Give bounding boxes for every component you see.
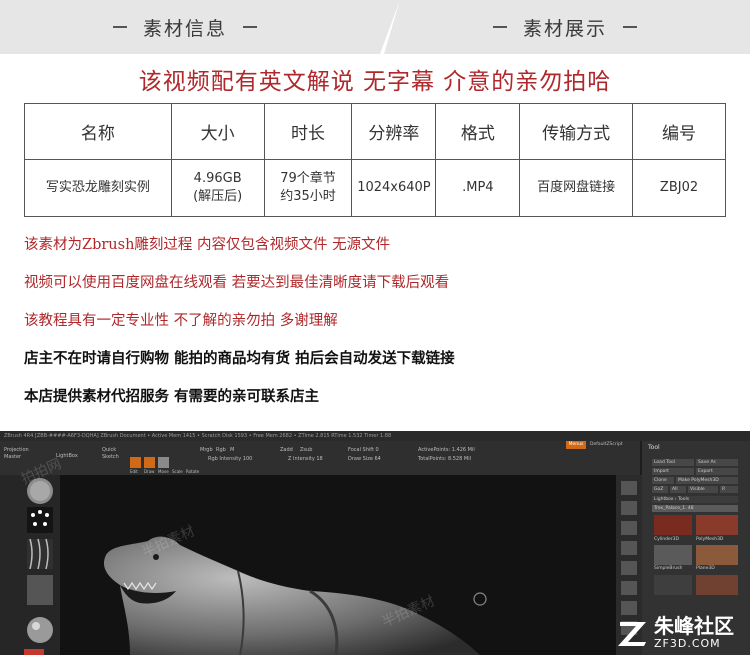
material-info-title: 素材信息 bbox=[142, 17, 227, 40]
cell-format: .MP4 bbox=[435, 159, 521, 217]
zbrush-left-shelf bbox=[0, 475, 60, 655]
tool-palette-title: Tool bbox=[648, 444, 660, 451]
material-info-table: 名称 大小 时长 分辨率 格式 传输方式 编号 写实恐龙雕刻实例 4.96GB (… bbox=[24, 103, 726, 217]
draw-size-slider: Draw Size 64 bbox=[348, 456, 381, 462]
col-transfer-header: 传输方式 bbox=[519, 103, 634, 160]
size-note: (解压后) bbox=[193, 189, 243, 204]
table-row: 写实恐龙雕刻实例 4.96GB (解压后) 79个章节约35小时 1024x640… bbox=[24, 159, 726, 217]
edit-mode-icon bbox=[130, 457, 141, 468]
lightbox-tools-button: Lightbox › Tools bbox=[652, 496, 738, 503]
headline-notice: 该视频配有英文解说 无字幕 介意的亲勿拍哈 bbox=[138, 69, 612, 95]
trex-sculpt-model bbox=[103, 536, 487, 655]
section-header-bar: 素材信息 素材展示 bbox=[0, 0, 750, 54]
cell-duration: 79个章节约35小时 bbox=[263, 159, 353, 217]
note-content-scope: 该素材为Zbrush雕刻过程 内容仅包含视频文件 无源文件 bbox=[24, 237, 391, 253]
material-preview-title: 素材展示 bbox=[522, 17, 607, 40]
default-zscript-label: DefaultZScript bbox=[590, 442, 623, 447]
goz-button: GoZ bbox=[652, 486, 668, 493]
size-value: 4.96GB bbox=[193, 171, 242, 186]
current-tool-name: Trex_Palace_1. 48 bbox=[652, 505, 738, 512]
dash-left bbox=[492, 26, 507, 28]
save-as-button: Save As bbox=[696, 459, 738, 466]
cell-transfer: 百度网盘链接 bbox=[519, 159, 634, 217]
note-professional: 该教程具有一定专业性 不了解的亲勿拍 多谢理解 bbox=[24, 313, 338, 329]
export-button: Export bbox=[696, 468, 738, 475]
move-mode-icon bbox=[158, 457, 169, 468]
chapter-count: 79个章节 bbox=[280, 171, 336, 186]
simplebrush-tool-label: SimpleBrush bbox=[654, 566, 683, 571]
polymesh-tool-label: PolyMesh3D bbox=[696, 537, 724, 542]
zbrush-viewport bbox=[60, 475, 616, 655]
col-name-header: 名称 bbox=[24, 103, 172, 160]
zf3d-logo: 朱峰社区 ZF3D.COM bbox=[616, 610, 750, 655]
goz-r-button: R bbox=[720, 486, 738, 493]
dash-left bbox=[112, 26, 127, 28]
cell-name: 写实恐龙雕刻实例 bbox=[24, 159, 172, 217]
rotate-cursor-icon bbox=[473, 592, 487, 606]
col-format-header: 格式 bbox=[435, 103, 521, 160]
quick-sketch-button: Quick Sketch bbox=[102, 447, 119, 460]
zbrush-toolbar: Projection Master LightBox Quick Sketch … bbox=[0, 441, 640, 475]
import-button: Import bbox=[652, 468, 694, 475]
make-polymesh-button: Make PolyMesh3D bbox=[676, 477, 738, 484]
brush-alpha-thumbnails bbox=[24, 478, 53, 655]
rgb-intensity-slider: Rgb Intensity 100 bbox=[208, 456, 253, 462]
zbrush-title-bar: ZBrush 4R4 [ZBB-####-A6F3-DQHA] ZBrush D… bbox=[0, 431, 750, 441]
table-header-row: 名称 大小 时长 分辨率 格式 传输方式 编号 bbox=[24, 103, 726, 160]
brand-name: 朱峰社区 bbox=[654, 613, 734, 638]
zf3d-z-icon bbox=[618, 621, 646, 646]
dash-right bbox=[243, 26, 257, 28]
material-info-header: 素材信息 bbox=[0, 0, 370, 54]
dash-right bbox=[623, 26, 637, 28]
notes-list: 该素材为Zbrush雕刻过程 内容仅包含视频文件 无源文件 视频可以使用百度网盘… bbox=[24, 234, 734, 424]
goz-all-button: All bbox=[670, 486, 686, 493]
note-auto-delivery: 店主不在时请自行购物 能拍的商品均有货 拍后会自动发送下载链接 bbox=[24, 350, 455, 367]
material-preview-header: 素材展示 bbox=[380, 0, 750, 54]
col-resolution-header: 分辨率 bbox=[351, 103, 437, 160]
load-tool-button: Load Tool bbox=[652, 459, 694, 466]
cell-resolution: 1024x640P bbox=[351, 159, 437, 217]
goz-visible-button: Visible bbox=[688, 486, 718, 493]
col-code-header: 编号 bbox=[632, 103, 726, 160]
total-points-readout: TotalPoints: 8.528 Mil bbox=[418, 456, 471, 462]
draw-mode-icon bbox=[144, 457, 155, 468]
total-hours: 约35小时 bbox=[280, 189, 336, 204]
col-size-header: 大小 bbox=[170, 103, 265, 160]
plane-tool-label: Plane3D bbox=[696, 566, 715, 571]
cylinder-tool-label: Cylinder3D bbox=[654, 537, 679, 542]
col-duration-header: 时长 bbox=[263, 103, 353, 160]
note-sourcing-service: 本店提供素材代招服务 有需要的亲可联系店主 bbox=[24, 388, 320, 405]
clone-button: Clone bbox=[652, 477, 674, 484]
menus-button: Menus bbox=[566, 441, 586, 449]
brand-url: ZF3D.COM bbox=[654, 636, 721, 650]
note-viewing: 视频可以使用百度网盘在线观看 若要达到最佳清晰度请下载后观看 bbox=[24, 275, 450, 291]
z-intensity-slider: Z Intensity 18 bbox=[288, 456, 323, 462]
cell-size: 4.96GB (解压后) bbox=[170, 159, 265, 217]
cell-code: ZBJ02 bbox=[632, 159, 726, 217]
